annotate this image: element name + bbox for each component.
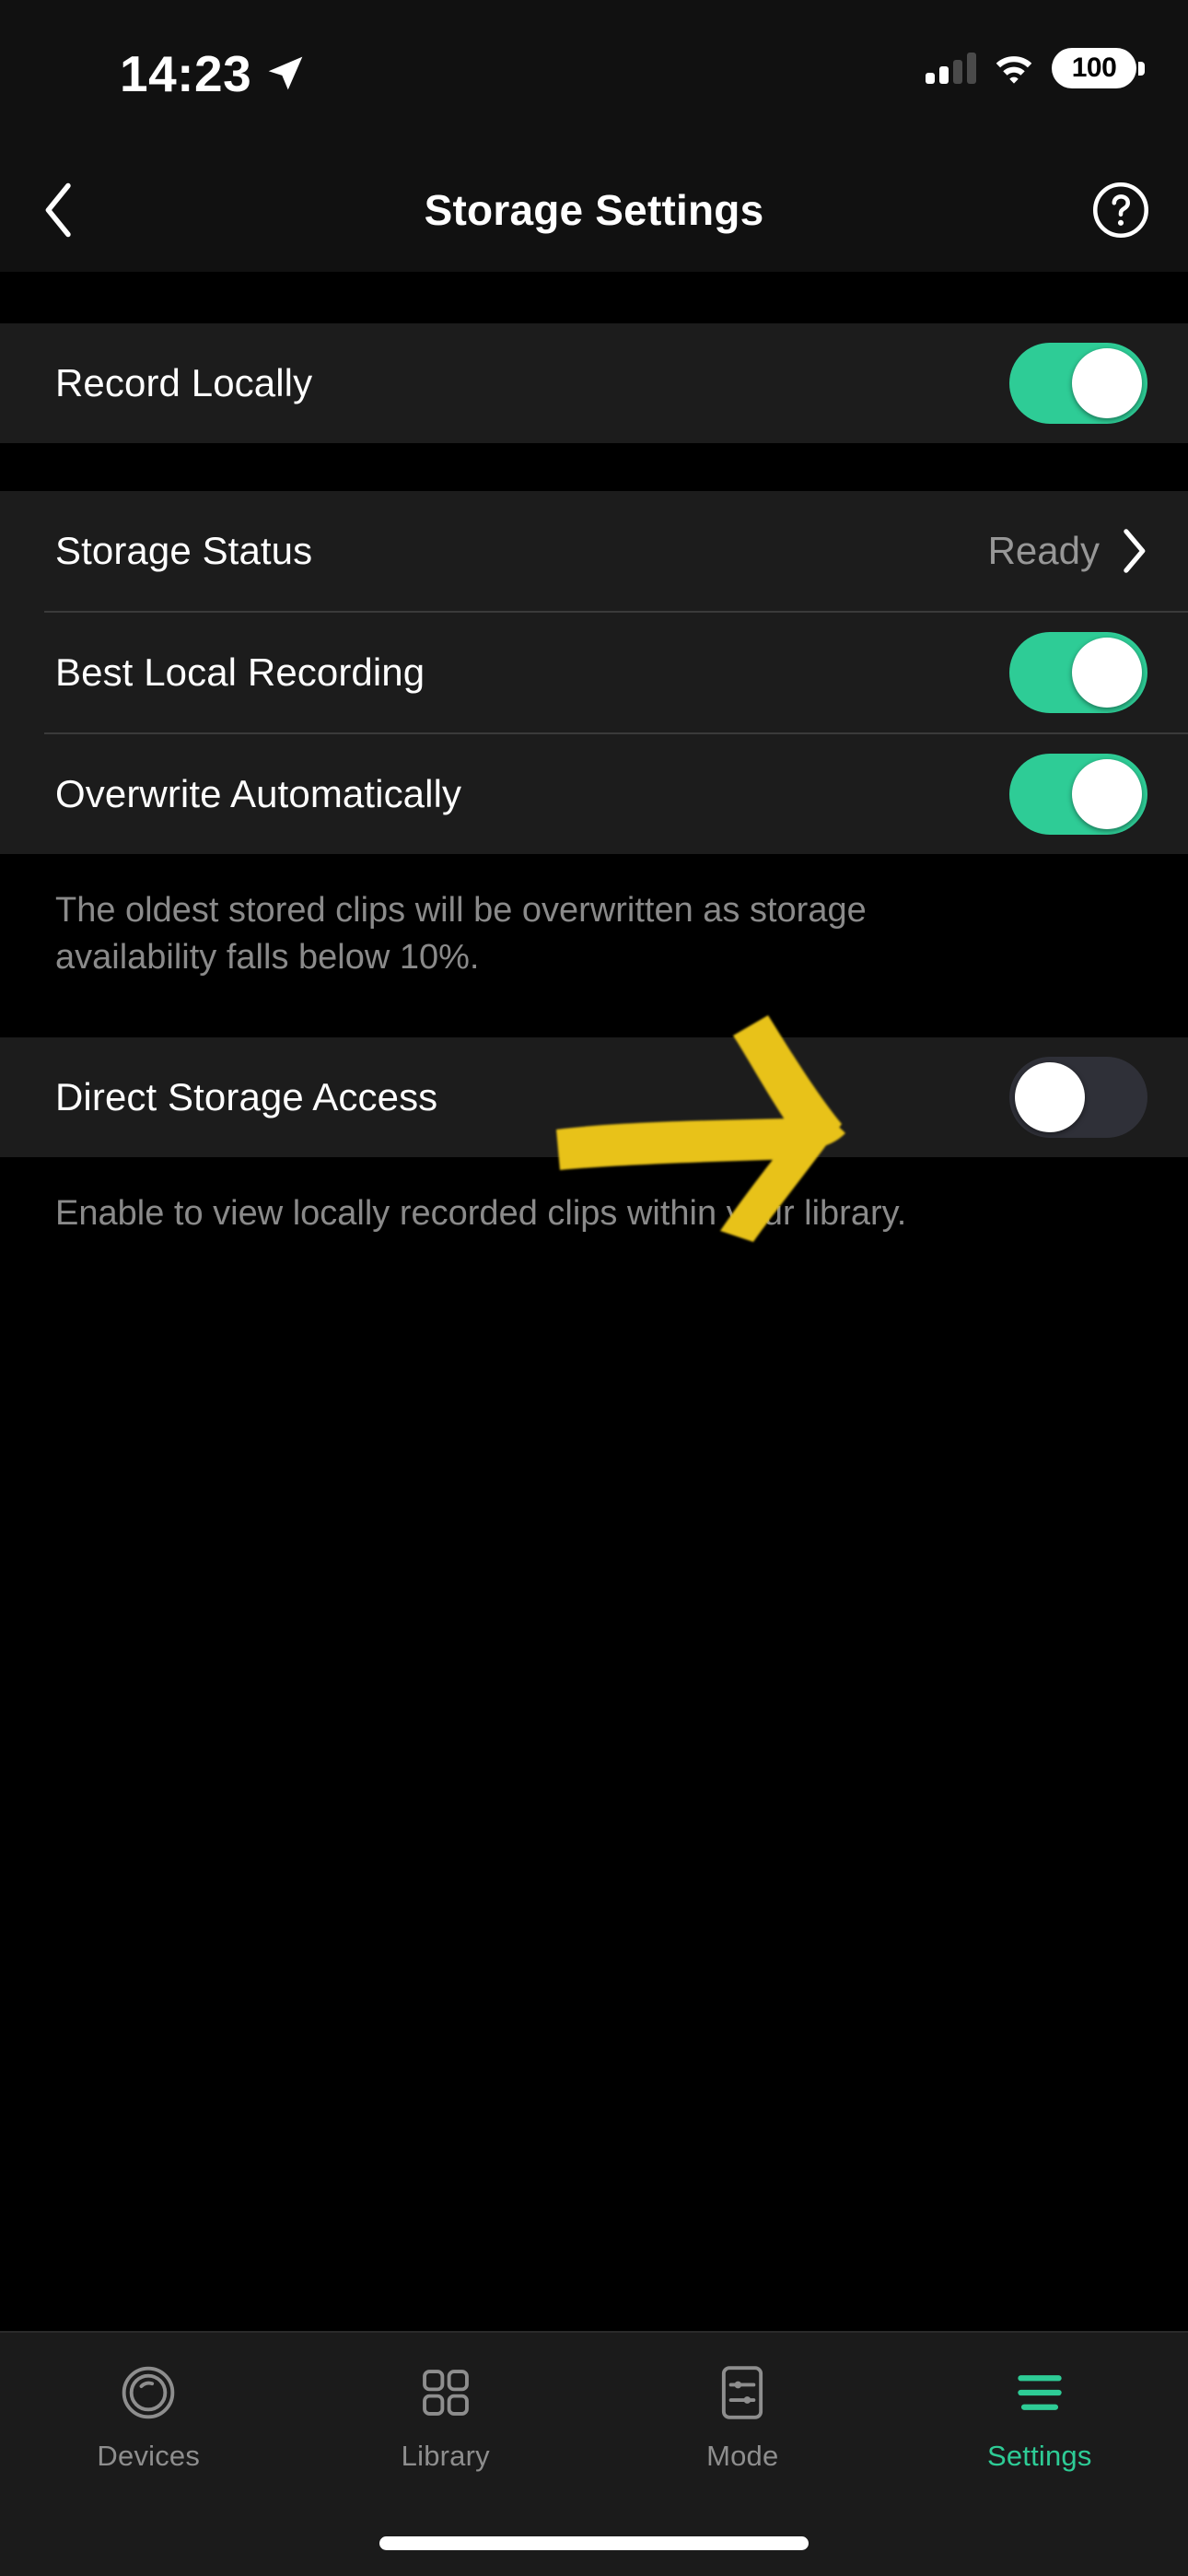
home-indicator[interactable] bbox=[379, 2536, 809, 2550]
camera-lens-icon bbox=[118, 2362, 179, 2423]
row-accessory bbox=[1009, 754, 1147, 835]
tab-mode[interactable]: Mode bbox=[594, 2333, 891, 2508]
phone-screen: 14:23 100 Storage Settings Record Locall… bbox=[0, 0, 1188, 2576]
menu-lines-icon bbox=[1009, 2362, 1070, 2423]
toggle-best-local-recording[interactable] bbox=[1009, 632, 1147, 713]
toggle-overwrite-automatically[interactable] bbox=[1009, 754, 1147, 835]
tab-devices[interactable]: Devices bbox=[0, 2333, 297, 2508]
toggle-record-locally[interactable] bbox=[1009, 343, 1147, 424]
tab-library[interactable]: Library bbox=[297, 2333, 595, 2508]
sliders-panel-icon bbox=[712, 2362, 773, 2423]
toggle-knob bbox=[1072, 638, 1142, 708]
help-circle-icon bbox=[1093, 182, 1148, 238]
row-storage-status[interactable]: Storage Status Ready bbox=[0, 491, 1188, 611]
section-direct-access-footnote: Enable to view locally recorded clips wi… bbox=[0, 1157, 1188, 1274]
row-label: Direct Storage Access bbox=[55, 1075, 438, 1119]
toggle-direct-storage-access[interactable] bbox=[1009, 1057, 1147, 1139]
toggle-knob bbox=[1072, 348, 1142, 418]
cellular-signal-icon bbox=[926, 53, 976, 84]
tab-bar: Devices Library Mode Settings bbox=[0, 2331, 1188, 2576]
location-arrow-icon bbox=[268, 56, 303, 90]
section-gap bbox=[0, 1017, 1188, 1038]
section-storage: Storage Status Ready Best Local Recordin… bbox=[0, 491, 1188, 854]
battery-indicator: 100 bbox=[1052, 48, 1145, 88]
tab-label: Settings bbox=[986, 2440, 1092, 2472]
help-button[interactable] bbox=[1090, 180, 1151, 240]
tab-label: Library bbox=[401, 2440, 490, 2472]
storage-status-value: Ready bbox=[987, 529, 1100, 572]
tab-label: Mode bbox=[706, 2440, 779, 2472]
row-label: Storage Status bbox=[55, 529, 313, 572]
wifi-icon bbox=[996, 56, 1032, 84]
row-label: Record Locally bbox=[55, 361, 313, 404]
section-storage-footnote: The oldest stored clips will be overwrit… bbox=[0, 854, 976, 1018]
status-bar-time: 14:23 bbox=[120, 45, 252, 102]
section-direct-access: Direct Storage Access bbox=[0, 1037, 1188, 1158]
row-label: Overwrite Automatically bbox=[55, 772, 462, 815]
row-direct-storage-access[interactable]: Direct Storage Access bbox=[0, 1037, 1188, 1158]
row-record-locally[interactable]: Record Locally bbox=[0, 323, 1188, 443]
navigation-bar: Storage Settings bbox=[0, 147, 1188, 272]
section-record: Record Locally bbox=[0, 323, 1188, 443]
row-label: Best Local Recording bbox=[55, 650, 425, 694]
toggle-knob bbox=[1072, 759, 1142, 829]
section-gap bbox=[0, 443, 1188, 491]
row-accessory: Ready bbox=[988, 527, 1147, 575]
status-bar: 14:23 100 bbox=[0, 0, 1188, 147]
section-gap bbox=[0, 272, 1188, 323]
row-accessory bbox=[1009, 632, 1147, 713]
tab-label: Devices bbox=[97, 2440, 201, 2472]
tab-settings[interactable]: Settings bbox=[891, 2333, 1188, 2508]
settings-list: Record Locally Storage Status Ready Best… bbox=[0, 272, 1188, 2576]
row-overwrite-automatically[interactable]: Overwrite Automatically bbox=[0, 734, 1188, 854]
row-accessory bbox=[1009, 343, 1147, 424]
status-bar-indicators: 100 bbox=[926, 48, 1145, 88]
page-title: Storage Settings bbox=[424, 185, 764, 234]
row-best-local-recording[interactable]: Best Local Recording bbox=[0, 613, 1188, 732]
chevron-right-icon bbox=[1124, 529, 1146, 573]
toggle-knob bbox=[1015, 1062, 1085, 1133]
row-accessory bbox=[1009, 1057, 1147, 1139]
battery-percent-label: 100 bbox=[1071, 53, 1117, 83]
grid-2x2-icon bbox=[415, 2362, 476, 2423]
